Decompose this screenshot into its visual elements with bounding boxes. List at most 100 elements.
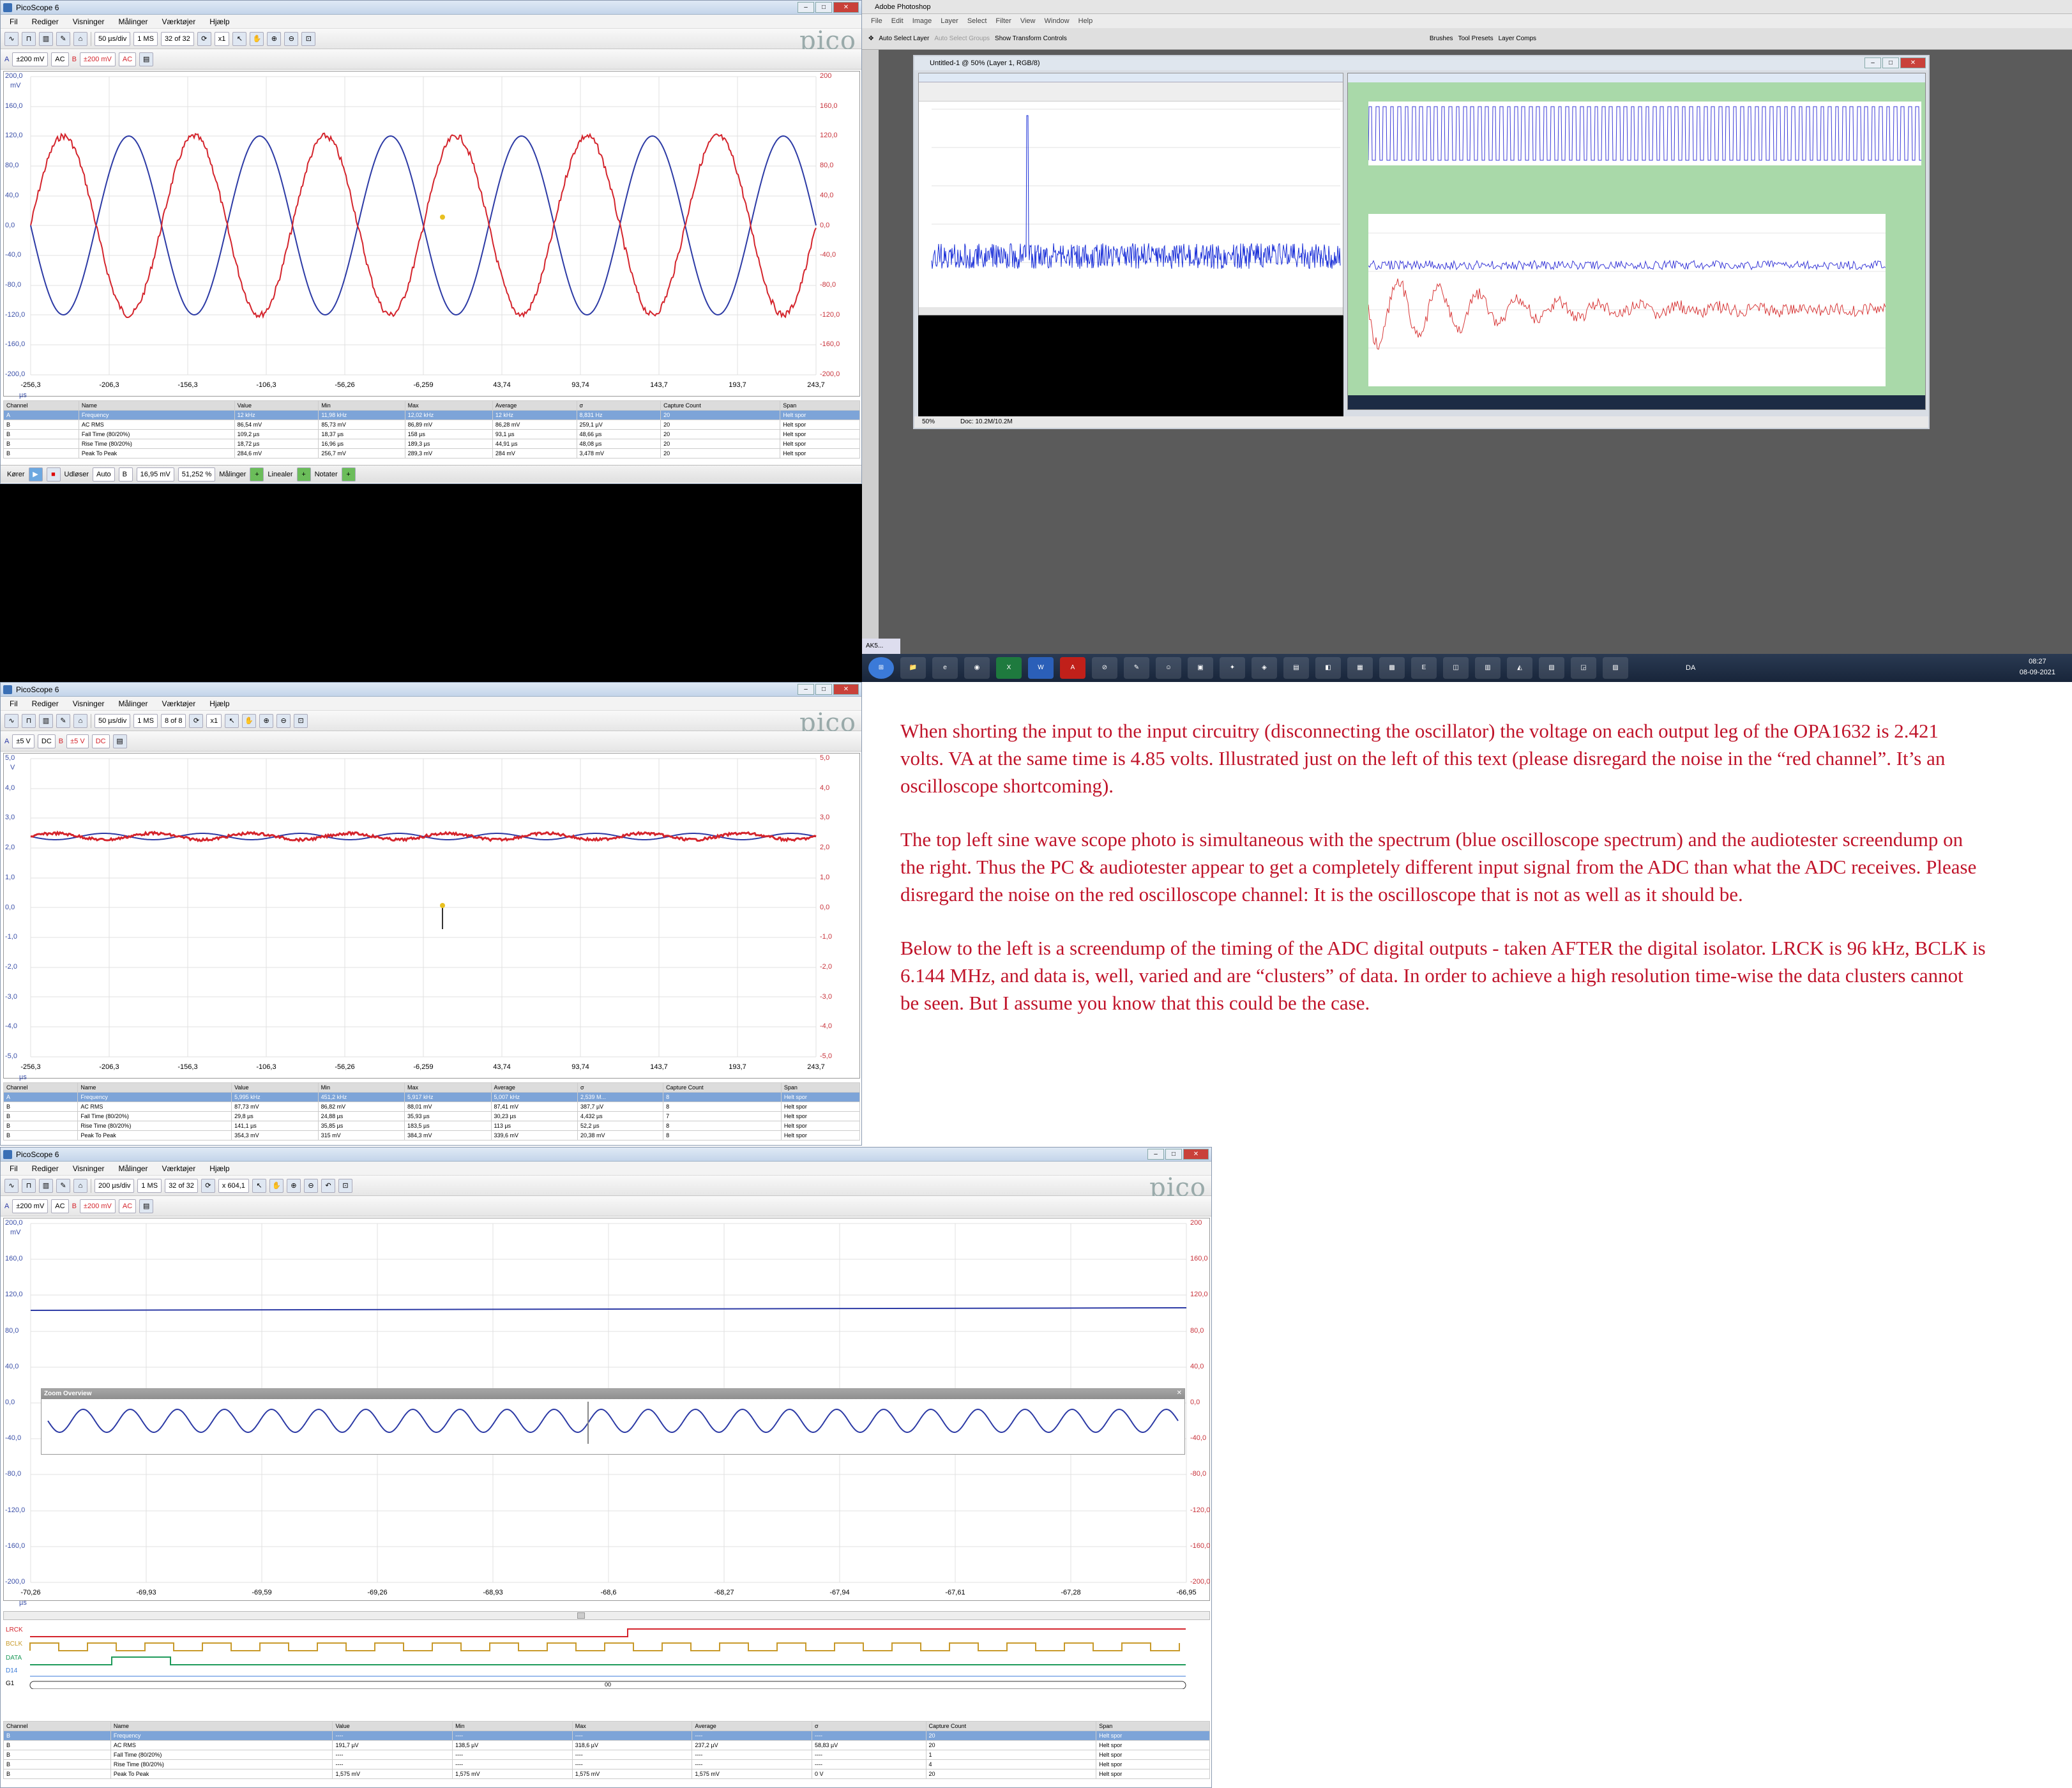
zoom-overview-close-icon[interactable]: ✕: [1177, 1390, 1182, 1397]
table-row[interactable]: B Rise Time (80/20%) ---- ---- ---- ---- ---- 4…: [3, 1759, 1210, 1769]
capture-counter[interactable]: 32 of 32: [160, 31, 194, 46]
hand-icon[interactable]: ✋: [242, 713, 257, 728]
column-header[interactable]: Min: [452, 1721, 573, 1731]
panel-layer-comps[interactable]: Layer Comps: [1499, 35, 1536, 42]
table-row[interactable]: B Fall Time (80/20%) ---- ---- ---- ---- ---- 1…: [3, 1750, 1210, 1760]
table-row[interactable]: B Fall Time (80/20%) 109,2 µs 18,37 µs 158 µ…: [3, 429, 860, 439]
scope-mode-icon[interactable]: ∿: [4, 31, 19, 46]
refresh-icon[interactable]: ⟳: [197, 31, 211, 46]
ps-menu-filter[interactable]: Filter: [995, 14, 1011, 28]
channel-b-coupling[interactable]: AC: [118, 1199, 137, 1213]
probe-icon[interactable]: ✎: [56, 31, 70, 46]
channel-a-coupling[interactable]: DC: [37, 734, 56, 748]
channel-b-coupling[interactable]: AC: [118, 52, 137, 66]
channel-b-coupling[interactable]: DC: [91, 734, 110, 748]
menu-tools[interactable]: Værktøjer: [162, 697, 196, 710]
column-header[interactable]: Average: [492, 400, 577, 411]
options-icon[interactable]: ▤: [139, 52, 154, 66]
persistence-mode-icon[interactable]: ⊓: [22, 1178, 36, 1193]
close-button[interactable]: ✕: [833, 2, 859, 13]
zoom-out-icon[interactable]: ⊖: [303, 1178, 318, 1193]
channel-b-range[interactable]: ±200 mV: [79, 52, 116, 66]
app-icon-11[interactable]: E: [1411, 657, 1437, 679]
hand-icon[interactable]: ✋: [250, 31, 264, 46]
column-header[interactable]: Channel: [3, 1082, 79, 1093]
column-header[interactable]: Min: [317, 1082, 405, 1093]
ps-menu-view[interactable]: View: [1020, 14, 1036, 28]
zoom-out-icon[interactable]: ⊖: [276, 713, 291, 728]
ps-menu-window[interactable]: Window: [1045, 14, 1070, 28]
app-icon-4[interactable]: ▣: [1188, 657, 1213, 679]
channel-a-range[interactable]: ±5 V: [12, 734, 34, 748]
horizontal-scrollbar[interactable]: [3, 1611, 1210, 1620]
app-icon-8[interactable]: ◧: [1315, 657, 1341, 679]
options-icon[interactable]: ▤: [112, 734, 127, 748]
table-row[interactable]: B AC RMS 191,7 µV 138,5 µV 318,6 µV 237,2 µV 5…: [3, 1740, 1210, 1750]
clock[interactable]: 08:27 08-09-2021: [2020, 656, 2055, 678]
panel-tool-presets[interactable]: Tool Presets: [1458, 35, 1494, 42]
app-icon-15[interactable]: ▧: [1539, 657, 1564, 679]
ps-minimized-item[interactable]: AK5...: [862, 639, 900, 654]
app-icon-16[interactable]: ◲: [1571, 657, 1596, 679]
spectrum-mode-icon[interactable]: ▥: [39, 31, 53, 46]
doc-minimize-button[interactable]: –: [1864, 57, 1881, 68]
scope-plot[interactable]: 200,0 160,0 120,0 80,0 40,0 0,0 -40,0 -80,0 -120…: [3, 71, 860, 399]
menu-measurements[interactable]: Målinger: [119, 697, 148, 710]
add-measurement-button[interactable]: +: [250, 467, 264, 481]
menu-edit[interactable]: Rediger: [32, 697, 59, 710]
channel-b-range[interactable]: ±5 V: [66, 734, 89, 748]
column-header[interactable]: Average: [490, 1082, 578, 1093]
zoom-factor[interactable]: x 604,1: [218, 1178, 249, 1193]
menu-help[interactable]: Hjælp: [209, 697, 229, 710]
minimize-button[interactable]: –: [1147, 1149, 1164, 1160]
capture-counter[interactable]: 32 of 32: [165, 1178, 198, 1193]
table-row[interactable]: A Frequency 12 kHz 11,98 kHz 12,02 kHz 12 kHz…: [3, 410, 860, 420]
timebase-select[interactable]: 50 µs/div: [95, 713, 131, 728]
app-icon-17[interactable]: ▨: [1603, 657, 1628, 679]
minimize-button[interactable]: –: [798, 684, 814, 695]
app-icon-13[interactable]: ▥: [1475, 657, 1501, 679]
trigger-mode[interactable]: Auto: [93, 467, 115, 481]
column-header[interactable]: Capture Count: [925, 1721, 1097, 1731]
close-button[interactable]: ✕: [1183, 1149, 1209, 1160]
ps-menu-file[interactable]: File: [871, 14, 882, 28]
menu-file[interactable]: Fil: [10, 1162, 18, 1175]
menu-file[interactable]: Fil: [10, 15, 18, 28]
column-header[interactable]: Value: [231, 1082, 319, 1093]
capture-counter[interactable]: 8 of 8: [160, 713, 186, 728]
zoom-in-icon[interactable]: ⊕: [286, 1178, 301, 1193]
menu-edit[interactable]: Rediger: [32, 15, 59, 28]
column-header[interactable]: σ: [576, 400, 662, 411]
menu-views[interactable]: Visninger: [73, 15, 105, 28]
refresh-icon[interactable]: ⟳: [200, 1178, 215, 1193]
show-transform-controls[interactable]: Show Transform Controls: [995, 35, 1067, 42]
column-header[interactable]: Name: [78, 400, 235, 411]
menu-edit[interactable]: Rediger: [32, 1162, 59, 1175]
maximize-button[interactable]: □: [815, 2, 832, 13]
home-icon[interactable]: ⌂: [73, 713, 87, 728]
column-header[interactable]: Channel: [3, 1721, 111, 1731]
run-button[interactable]: ▶: [28, 467, 43, 481]
samples-select[interactable]: 1 MS: [133, 31, 158, 46]
app-icon-7[interactable]: ▤: [1283, 657, 1309, 679]
pointer-icon[interactable]: ↖: [232, 31, 247, 46]
ps-menu-select[interactable]: Select: [967, 14, 987, 28]
chrome-icon[interactable]: ◉: [964, 657, 990, 679]
menu-tools[interactable]: Værktøjer: [162, 1162, 196, 1175]
spectrum-mode-icon[interactable]: ▥: [39, 713, 53, 728]
probe-icon[interactable]: ✎: [56, 713, 70, 728]
column-header[interactable]: Max: [404, 400, 493, 411]
menu-views[interactable]: Visninger: [73, 1162, 105, 1175]
options-icon[interactable]: ▤: [139, 1199, 154, 1213]
explorer-icon[interactable]: 📁: [900, 657, 926, 679]
column-header[interactable]: σ: [577, 1082, 664, 1093]
zoom-fit-icon[interactable]: ⊡: [294, 713, 308, 728]
menu-measurements[interactable]: Målinger: [119, 1162, 148, 1175]
column-header[interactable]: σ: [812, 1721, 926, 1731]
column-header[interactable]: Span: [1096, 1721, 1210, 1731]
scope-plot[interactable]: 5,0 4,0 3,0 2,0 1,0 0,0 -1,0 -2,0 -3,0 -4,0 -5,0 V …: [3, 753, 860, 1081]
persistence-mode-icon[interactable]: ⊓: [22, 31, 36, 46]
app-icon-1[interactable]: ⊘: [1092, 657, 1117, 679]
ps-menu-edit[interactable]: Edit: [891, 14, 904, 28]
trigger-marker[interactable]: [440, 215, 445, 220]
